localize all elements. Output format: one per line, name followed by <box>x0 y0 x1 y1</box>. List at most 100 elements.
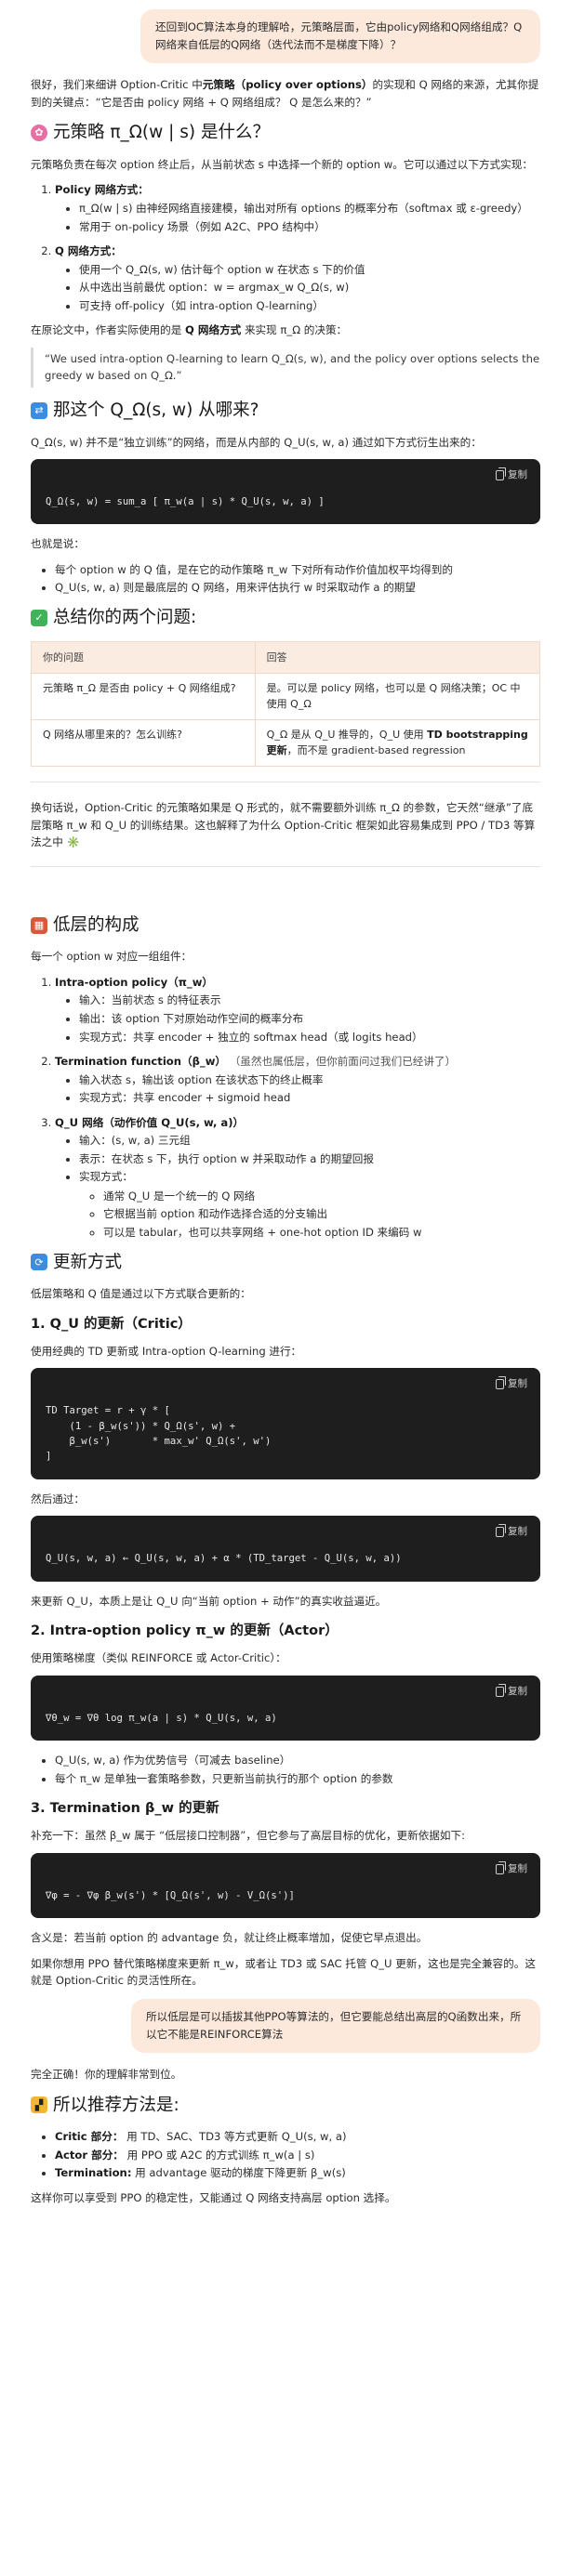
recommend-list: Critic 部分： 用 TD、SAC、TD3 等方式更新 Q_U(s, w, … <box>31 2128 540 2182</box>
copy-label: 复制 <box>508 1862 527 1874</box>
code-text: ∇φ = - ∇φ β_w(s') * [Q_Ω(s', w) - V_Ω(s'… <box>46 1889 295 1901</box>
section-summary-heading: ✓ 总结你的两个问题: <box>31 604 540 632</box>
list-bullet-text: 实现方式： <box>79 1170 133 1184</box>
list-bullet: 输入：当前状态 s 的特征表示 <box>79 992 540 1009</box>
closing-text: 如果你想用 PPO 替代策略梯度来更新 π_w，或者让 TD3 或 SAC 托管… <box>31 1956 536 1988</box>
code-block: 复制 ∇φ = - ∇φ β_w(s') * [Q_Ω(s', w) - V_Ω… <box>31 1852 540 1919</box>
copy-label: 复制 <box>508 1526 527 1538</box>
paper-note: 在原论文中，作者实际使用的是 Q 网络方式 来实现 π_Ω 的决策： <box>31 323 348 337</box>
copy-icon <box>496 1860 506 1874</box>
user-message-row: 还回到OC算法本身的理解哈，元策略层面，它由policy网络和Q网络组成？Q网络… <box>31 9 540 64</box>
summary-table: 你的问题 回答 元策略 π_Ω 是否由 policy + Q 网络组成? 是。可… <box>31 640 540 768</box>
code-text: ∇θ_w = ∇θ log π_w(a | s) * Q_U(s, w, a) <box>46 1712 277 1724</box>
table-header-cell: 回答 <box>255 641 540 675</box>
list-item: Policy 网络方式： π_Ω(w | s) 由神经网络直接建模，输出对所有 … <box>55 181 540 235</box>
copy-button[interactable]: 复制 <box>31 1368 540 1396</box>
section-low-level-heading: ▦ 低层的构成 <box>31 912 540 940</box>
code-text: Q_Ω(s, w) = sum_a [ π_w(a | s) * Q_U(s, … <box>46 495 325 507</box>
list-sub-bullet: 通常 Q_U 是一个统一的 Q 网络 <box>103 1188 540 1205</box>
list-bullet: 每个 option w 的 Q 值，是在它的动作策略 π_w 下对所有动作价值加… <box>55 561 540 579</box>
check-mark-icon: ✓ <box>31 609 47 626</box>
list-item-title: Q 网络方式： <box>55 244 122 258</box>
section-title: 总结你的两个问题: <box>53 607 197 627</box>
list-bullet: π_Ω(w | s) 由神经网络直接建模，输出对所有 options 的概率分布… <box>79 200 540 217</box>
section-q-origin-heading: ⇄ 那这个 Q_Ω(s, w) 从哪来? <box>31 397 540 425</box>
termination-after: 含义是：若当前 option 的 advantage 负，就让终止概率增加，促使… <box>31 1931 428 1945</box>
list-bullet: 表示：在状态 s 下，执行 option w 并采取动作 a 的期望回报 <box>79 1150 540 1168</box>
table-row: Q 网络从哪里来的？怎么训练? Q_Ω 是从 Q_U 推导的，Q_U 使用 TD… <box>31 719 540 767</box>
list-item: Termination function（β_w） （虽然也属低层，但你前面问过… <box>55 1053 540 1107</box>
copy-icon <box>496 1683 506 1697</box>
list-bullet: 输入状态 s，输出该 option 在该状态下的终止概率 <box>79 1071 540 1089</box>
list-bullet: Q_U(s, w, a) 作为优势信号（可减去 baseline） <box>55 1752 540 1769</box>
section-desc: Q_Ω(s, w) 并不是“独立训练”的网络，而是从内部的 Q_U(s, w, … <box>31 435 482 449</box>
low-level-list: Intra-option policy（π_w） 输入：当前状态 s 的特征表示… <box>31 974 540 1242</box>
refresh-icon: ⟳ <box>31 1254 47 1271</box>
list-bullet-text: 用 PPO 或 A2C 的方式训练 π_w(a | s) <box>126 2148 315 2162</box>
list-bullet-text: 用 advantage 驱动的梯度下降更新 β_w(s) <box>135 2166 346 2180</box>
code-block: 复制 Q_U(s, w, a) ← Q_U(s, w, a) + α * (TD… <box>31 1516 540 1582</box>
paper-quote: “We used intra-option Q-learning to lear… <box>31 347 540 388</box>
critic-desc: 使用经典的 TD 更新或 Intra-option Q-learning 进行： <box>31 1344 302 1358</box>
copy-button[interactable]: 复制 <box>31 459 540 487</box>
list-sub-bullet: 可以是 tabular，也可以共享网络 + one-hot option ID … <box>103 1224 540 1242</box>
list-bullet-label: Termination: <box>55 2166 132 2180</box>
user-message-row: 所以低层是可以插拔其他PPO等算法的，但它要能总结出高层的Q函数出来，所以它不能… <box>31 1998 540 2054</box>
list-bullet: 使用一个 Q_Ω(s, w) 估计每个 option w 在状态 s 下的价值 <box>79 261 540 279</box>
table-row: 元策略 π_Ω 是否由 policy + Q 网络组成? 是。可以是 polic… <box>31 673 540 720</box>
meta-policy-list: Policy 网络方式： π_Ω(w | s) 由神经网络直接建模，输出对所有 … <box>31 181 540 314</box>
code-block: 复制 ∇θ_w = ∇θ log π_w(a | s) * Q_U(s, w, … <box>31 1675 540 1741</box>
list-item: Q_U 网络（动作价值 Q_U(s, w, a)） 输入：(s, w, a) 三… <box>55 1114 540 1242</box>
actor-desc: 使用策略梯度（类似 REINFORCE 或 Actor-Critic）： <box>31 1651 286 1665</box>
list-bullet: Termination: 用 advantage 驱动的梯度下降更新 β_w(s… <box>55 2164 540 2182</box>
list-bullet: 实现方式： 通常 Q_U 是一个统一的 Q 网络 它根据当前 option 和动… <box>79 1168 540 1241</box>
list-bullet: Critic 部分： 用 TD、SAC、TD3 等方式更新 Q_U(s, w, … <box>55 2128 540 2146</box>
section-title: 元策略 π_Ω(w | s) 是什么？ <box>53 123 270 143</box>
section-title: 所以推荐方法是: <box>53 2095 179 2115</box>
assistant-message: 完全正确！你的理解非常到位。 ▞ 所以推荐方法是: Critic 部分： 用 T… <box>31 2066 540 2206</box>
list-bullet: Q_U(s, w, a) 则是最底层的 Q 网络，用来评估执行 w 时采取动作 … <box>55 579 540 597</box>
q-origin-bullets: 每个 option w 的 Q 值，是在它的动作策略 π_w 下对所有动作价值加… <box>31 561 540 597</box>
list-bullet: 输出：该 option 下对原始动作空间的概率分布 <box>79 1010 540 1028</box>
summary-text: 换句话说，Option-Critic 的元策略如果是 Q 形式的，就不需要额外训… <box>31 801 536 849</box>
swap-arrows-icon: ⇄ <box>31 401 47 419</box>
list-bullet-text: 用 TD、SAC、TD3 等方式更新 Q_U(s, w, a) <box>126 2130 347 2144</box>
list-item: Q 网络方式： 使用一个 Q_Ω(s, w) 估计每个 option w 在状态… <box>55 243 540 314</box>
table-cell: Q 网络从哪里来的？怎么训练? <box>31 719 256 767</box>
brain-icon: ✿ <box>31 125 47 142</box>
copy-button[interactable]: 复制 <box>31 1853 540 1881</box>
section-title: 低层的构成 <box>53 914 139 935</box>
list-bullet-label: Actor 部分： <box>55 2148 124 2162</box>
copy-label: 复制 <box>508 469 527 481</box>
actor-heading: 2. Intra-option policy π_w 的更新（Actor） <box>31 1623 339 1639</box>
also-text: 也就是说： <box>31 537 85 551</box>
copy-button[interactable]: 复制 <box>31 1516 540 1544</box>
section-title: 更新方式 <box>53 1252 123 1272</box>
construction-icon: ▞ <box>31 2096 47 2114</box>
list-bullet-label: Critic 部分： <box>55 2130 124 2144</box>
after-text: 来更新 Q_U，本质上是让 Q_U 向“当前 option + 动作”的真实收益… <box>31 1594 387 1608</box>
table-cell: 是。可以是 policy 网络，也可以是 Q 网络决策；OC 中使用 Q_Ω <box>255 673 540 720</box>
code-block: 复制 TD Target = r + γ * [ (1 - β_w(s')) *… <box>31 1368 540 1479</box>
copy-icon <box>496 1524 506 1538</box>
section-desc: 元策略负责在每次 option 终止后，从当前状态 s 中选择一个新的 opti… <box>31 157 533 171</box>
section-desc: 每一个 option w 对应一组组件： <box>31 950 193 964</box>
list-item-title: Policy 网络方式： <box>55 183 149 197</box>
section-desc: 低层策略和 Q 值是通过以下方式联合更新的： <box>31 1287 251 1301</box>
divider <box>31 865 540 867</box>
copy-label: 复制 <box>508 1685 527 1697</box>
list-bullet: Actor 部分： 用 PPO 或 A2C 的方式训练 π_w(a | s) <box>55 2147 540 2164</box>
code-text: TD Target = r + γ * [ (1 - β_w(s')) * Q_… <box>46 1405 272 1463</box>
reply-intro: 完全正确！你的理解非常到位。 <box>31 2068 182 2082</box>
chat-transcript: 还回到OC算法本身的理解哈，元策略层面，它由policy网络和Q网络组成？Q网络… <box>0 0 571 2224</box>
list-bullet: 实现方式：共享 encoder + sigmoid head <box>79 1089 540 1107</box>
copy-button[interactable]: 复制 <box>31 1676 540 1703</box>
list-bullet: 输入：(s, w, a) 三元组 <box>79 1132 540 1150</box>
list-item-title: Intra-option policy（π_w） <box>55 975 214 989</box>
termination-desc: 补充一下：虽然 β_w 属于 “低层接口控制器”，但它参与了高层目标的优化，更新… <box>31 1829 466 1843</box>
copy-icon <box>496 467 506 480</box>
list-bullet: 常用于 on-policy 场景（例如 A2C、PPO 结构中） <box>79 218 540 236</box>
list-bullet: 实现方式：共享 encoder + 独立的 softmax head（或 log… <box>79 1029 540 1046</box>
critic-heading: 1. Q_U 的更新（Critic） <box>31 1316 192 1332</box>
user-message-bubble: 所以低层是可以插拔其他PPO等算法的，但它要能总结出高层的Q函数出来，所以它不能… <box>131 1998 540 2054</box>
